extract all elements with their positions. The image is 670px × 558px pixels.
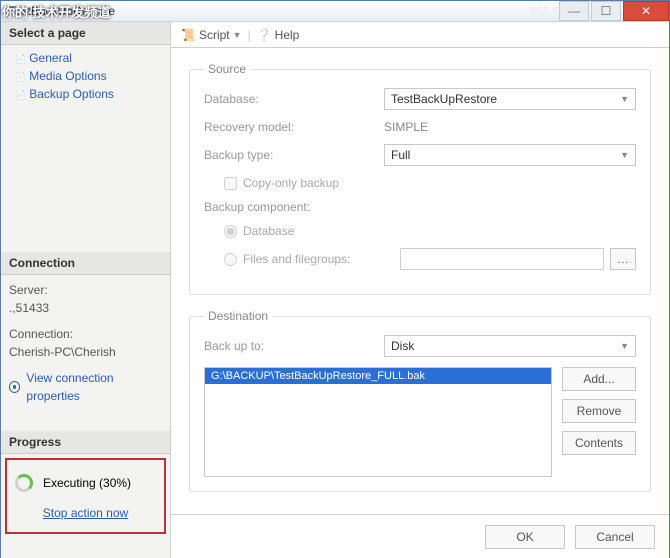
source-legend: Source xyxy=(204,62,250,76)
page-general[interactable]: General xyxy=(1,49,170,67)
recovery-model-label: Recovery model: xyxy=(204,120,384,134)
component-database-radio[interactable]: Database xyxy=(224,224,294,238)
server-label: Server: xyxy=(9,281,162,299)
cancel-button[interactable]: Cancel xyxy=(575,525,655,549)
eye-icon xyxy=(9,381,20,393)
minimize-button[interactable]: — xyxy=(559,1,589,21)
contents-button[interactable]: Contents xyxy=(562,431,636,455)
left-panel: Select a page General Media Options Back… xyxy=(1,22,171,558)
connection-value: Cherish-PC\Cherish xyxy=(9,343,162,361)
filegroups-textbox xyxy=(400,248,604,270)
ok-button[interactable]: OK xyxy=(485,525,565,549)
page-media-options[interactable]: Media Options xyxy=(1,67,170,85)
destination-list[interactable]: G:\BACKUP\TestBackUpRestore_FULL.bak xyxy=(204,367,552,477)
database-combo[interactable]: TestBackUpRestore ▼ xyxy=(384,88,636,110)
window-title: TestBackUpRestore xyxy=(9,4,557,18)
backup-component-label: Backup component: xyxy=(204,200,384,214)
add-button[interactable]: Add... xyxy=(562,367,636,391)
copy-only-checkbox[interactable]: Copy-only backup xyxy=(224,176,339,190)
stop-action-link[interactable]: Stop action now xyxy=(15,506,156,520)
right-panel: 📜 Script ▼ | ❔ Help Source Database: xyxy=(171,22,669,558)
top-toolbar: 📜 Script ▼ | ❔ Help xyxy=(171,22,669,48)
destination-legend: Destination xyxy=(204,309,272,323)
recovery-model-value: SIMPLE xyxy=(384,120,636,134)
backup-to-label: Back up to: xyxy=(204,339,384,353)
list-item[interactable]: G:\BACKUP\TestBackUpRestore_FULL.bak xyxy=(205,368,551,384)
script-icon: 📜 xyxy=(181,28,196,42)
chevron-down-icon: ▼ xyxy=(620,150,629,160)
chevron-down-icon: ▼ xyxy=(620,341,629,351)
dialog-window: TestBackUpRestore — ☐ ✕ Select a page Ge… xyxy=(0,0,670,558)
connection-body: Server: .,51433 Connection: Cherish-PC\C… xyxy=(1,275,170,411)
chevron-down-icon: ▼ xyxy=(233,30,242,40)
dialog-footer: OK Cancel xyxy=(171,514,669,558)
component-files-radio[interactable]: Files and filegroups: xyxy=(224,252,394,266)
spinner-icon xyxy=(15,474,33,492)
page-backup-options[interactable]: Backup Options xyxy=(1,85,170,103)
help-icon: ❔ xyxy=(257,28,272,42)
backup-type-label: Backup type: xyxy=(204,148,384,162)
server-value: .,51433 xyxy=(9,299,162,317)
backup-type-combo[interactable]: Full ▼ xyxy=(384,144,636,166)
progress-header: Progress xyxy=(1,431,170,454)
destination-group: Destination Back up to: Disk ▼ G:\BACKUP xyxy=(189,309,651,492)
view-connection-properties[interactable]: View connection properties xyxy=(9,369,162,405)
maximize-button[interactable]: ☐ xyxy=(591,1,621,21)
help-button[interactable]: ❔ Help xyxy=(257,28,300,42)
select-page-header: Select a page xyxy=(1,22,170,45)
close-button[interactable]: ✕ xyxy=(623,1,669,21)
progress-box: Executing (30%) Stop action now xyxy=(5,458,166,534)
titlebar: TestBackUpRestore — ☐ ✕ xyxy=(1,1,669,22)
database-label: Database: xyxy=(204,92,384,106)
remove-button[interactable]: Remove xyxy=(562,399,636,423)
connection-label: Connection: xyxy=(9,325,162,343)
filegroups-browse-button[interactable]: … xyxy=(610,248,636,270)
connection-header: Connection xyxy=(1,252,170,275)
progress-status: Executing (30%) xyxy=(43,476,131,490)
source-group: Source Database: TestBackUpRestore ▼ Rec… xyxy=(189,62,651,295)
backup-to-combo[interactable]: Disk ▼ xyxy=(384,335,636,357)
chevron-down-icon: ▼ xyxy=(620,94,629,104)
script-button[interactable]: 📜 Script ▼ xyxy=(181,28,242,42)
